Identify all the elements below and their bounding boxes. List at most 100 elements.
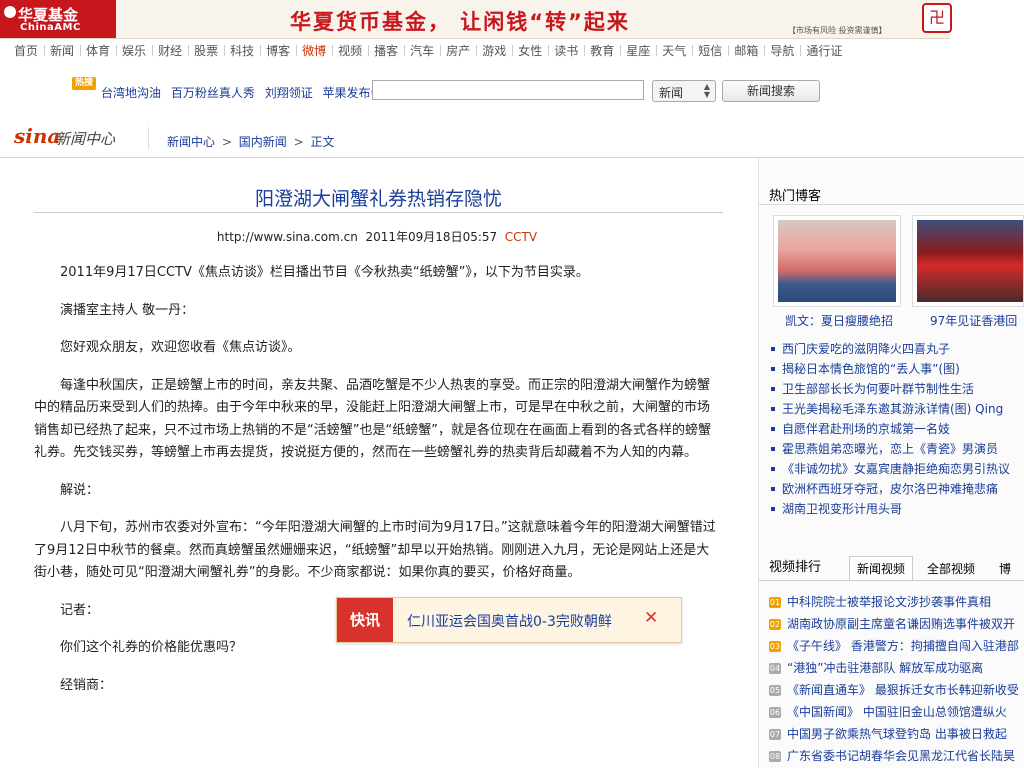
nav-separator — [260, 45, 262, 56]
nav-item[interactable]: 天气 — [662, 42, 686, 59]
breadcrumb-separator: > — [293, 135, 304, 149]
article-paragraph: 您好观众朋友，欢迎您收看《焦点访谈》。 — [60, 340, 301, 355]
nav-item[interactable]: 首页 — [14, 42, 38, 59]
bullet-icon — [771, 467, 775, 471]
nav-item[interactable]: 股票 — [194, 42, 218, 59]
blog-thumbnail[interactable] — [917, 220, 1023, 302]
blog-link[interactable]: 自愿伴君赴刑场的京城第一名妓 — [771, 420, 950, 437]
sina-logo[interactable]: sina — [14, 124, 60, 148]
video-rank-item[interactable]: 04 “港独”冲击驻港部队 解放军成功驱离 — [769, 659, 983, 676]
video-ranking-label: 视频排行 — [769, 560, 822, 575]
nav-separator — [584, 45, 586, 56]
video-rank-item[interactable]: 05 《新闻直通车》 最狠拆迁女市长韩迎新收受 — [769, 681, 1019, 698]
search-category-select[interactable]: 新闻 ▲ ▼ — [652, 80, 716, 102]
video-ranking-tabs: 视频排行 新闻视频 全部视频 博 — [759, 556, 1024, 581]
rank-number: 04 — [769, 663, 781, 674]
news-flash-link[interactable]: 仁川亚运会国奥首战0-3完败朝鲜 — [407, 611, 612, 631]
nav-item[interactable]: 播客 — [374, 42, 398, 59]
blog-link[interactable]: 欧洲杯西班牙夺冠，皮尔洛巴神难掩悲痛 — [771, 480, 998, 497]
nav-item[interactable]: 星座 — [626, 42, 650, 59]
nav-item[interactable]: 女性 — [518, 42, 542, 59]
hot-search-badge: 热搜 — [72, 77, 96, 90]
blog-link[interactable]: 霍思燕姐弟恋曝光，恋上《青瓷》男演员 — [771, 440, 998, 457]
search-input[interactable] — [372, 80, 644, 100]
video-rank-item[interactable]: 03 《子午线》 香港警方：拘捕擅自闯入驻港部 — [769, 637, 1019, 654]
breadcrumb-domestic-news[interactable]: 国内新闻 — [239, 135, 287, 149]
article-paragraph: 演播室主持人 敬一丹： — [60, 302, 195, 318]
nav-item[interactable]: 财经 — [158, 42, 182, 59]
nav-separator — [80, 45, 82, 56]
video-rank-item[interactable]: 06 《中国新闻》 中国驻旧金山总领馆遭纵火 — [769, 703, 1007, 720]
article-source[interactable]: CCTV — [505, 230, 537, 244]
close-icon[interactable]: ✕ — [644, 608, 658, 628]
blog-card[interactable] — [912, 215, 1024, 307]
nav-item[interactable]: 邮箱 — [734, 42, 758, 59]
news-search-button[interactable]: 新闻搜索 — [722, 80, 820, 102]
tab-news-video[interactable]: 新闻视频 — [849, 556, 914, 580]
nav-item[interactable]: 体育 — [86, 42, 110, 59]
nav-item[interactable]: 教育 — [590, 42, 614, 59]
rank-number: 03 — [769, 641, 781, 652]
news-flash-label: 快讯 — [337, 598, 393, 642]
video-rank-item[interactable]: 02 湖南政协原副主席童名谦因贿选事件被双开 — [769, 615, 1015, 632]
tab-blog-video[interactable]: 博 — [991, 556, 1019, 580]
blog-card[interactable] — [773, 215, 901, 307]
nav-item[interactable]: 通行证 — [806, 42, 842, 59]
nav-item[interactable]: 汽车 — [410, 42, 434, 59]
nav-item[interactable]: 读书 — [554, 42, 578, 59]
blog-caption[interactable]: 97年见证香港回 — [930, 312, 1017, 329]
tab-all-video[interactable]: 全部视频 — [919, 556, 983, 580]
blog-link[interactable]: 王光美揭秘毛泽东邀其游泳详情(图) Qing — [771, 400, 1003, 417]
video-rank-item[interactable]: 01 中科院院士被举报论文涉抄袭事件真相 — [769, 593, 991, 610]
blog-caption[interactable]: 凯文：夏日瘦腰绝招 — [785, 312, 893, 329]
nav-separator — [224, 45, 226, 56]
nav-separator — [152, 45, 154, 56]
article-meta: http://www.sina.com.cn 2011年09月18日05:57 … — [0, 228, 754, 245]
banner-emblem-icon: 卍 — [922, 3, 952, 33]
bullet-icon — [771, 427, 775, 431]
nav-item[interactable]: 导航 — [770, 42, 794, 59]
hot-link[interactable]: 台湾地沟油 — [101, 86, 161, 100]
breadcrumb-news-center[interactable]: 新闻中心 — [167, 135, 215, 149]
nav-separator — [332, 45, 334, 56]
bullet-icon — [771, 487, 775, 491]
nav-separator — [440, 45, 442, 56]
bullet-icon — [771, 347, 775, 351]
top-ad-banner[interactable]: 华夏基金 ChinaAMC 华夏货币基金， 让闲钱“转”起来 【市场有风险 投资… — [0, 0, 952, 39]
nav-item[interactable]: 短信 — [698, 42, 722, 59]
nav-item[interactable]: 视频 — [338, 42, 362, 59]
news-flash-popup[interactable]: 快讯 仁川亚运会国奥首战0-3完败朝鲜 ✕ — [336, 597, 682, 643]
search-category-value: 新闻 — [659, 86, 684, 100]
chinaamc-logo[interactable]: 华夏基金 ChinaAMC — [0, 0, 116, 38]
hot-search-links: 台湾地沟油 百万粉丝真人秀 刘翔领证 苹果发布会 — [101, 84, 389, 101]
news-center-logo-text[interactable]: 新闻中心 — [55, 128, 115, 149]
hot-link[interactable]: 刘翔领证 — [265, 86, 313, 100]
nav-item[interactable]: 房产 — [446, 42, 470, 59]
nav-item[interactable]: 博客 — [266, 42, 290, 59]
nav-item[interactable]: 微博 — [302, 42, 326, 59]
video-rank-item[interactable]: 07 中国男子欲乘热气球登钓岛 出事被日救起 — [769, 725, 1007, 742]
blog-link[interactable]: 卫生部部长长为何要叶群节制性生活 — [771, 380, 974, 397]
blog-thumbnail[interactable] — [778, 220, 896, 302]
blog-link[interactable]: 《非诚勿扰》女嘉宾唐静拒绝痴恋男引热议 — [771, 460, 1010, 477]
breadcrumb-current[interactable]: 正文 — [310, 135, 334, 149]
bullet-icon — [771, 507, 775, 511]
hot-link[interactable]: 百万粉丝真人秀 — [171, 86, 255, 100]
article-paragraph: 每逢中秋国庆，正是螃蟹上市的时间，亲友共聚、品酒吃蟹是不少人热衷的享受。而正宗的… — [34, 377, 711, 461]
article-site-url[interactable]: http://www.sina.com.cn — [217, 230, 358, 244]
nav-item[interactable]: 娱乐 — [122, 42, 146, 59]
nav-item[interactable]: 新闻 — [50, 42, 74, 59]
rank-number: 02 — [769, 619, 781, 630]
nav-item[interactable]: 科技 — [230, 42, 254, 59]
breadcrumb-separator: > — [221, 135, 232, 149]
nav-separator — [404, 45, 406, 56]
bullet-icon — [771, 407, 775, 411]
blog-link[interactable]: 湖南卫视变形计甩头哥 — [771, 500, 902, 517]
rank-number: 06 — [769, 707, 781, 718]
channel-nav: 首页 新闻 体育 娱乐 财经 股票 科技 博客 微博 视频 播客 汽车 房产 游戏 女性 读书 教育 星座 天气 短信… — [14, 42, 964, 62]
video-rank-item[interactable]: 08 广东省委书记胡春华会见黑龙江代省长陆昊 — [769, 747, 1015, 764]
article-paragraph: 八月下旬，苏州市农委对外宣布：“今年阳澄湖大闸蟹的上市时间为9月17日。”这就意… — [34, 520, 716, 580]
blog-link[interactable]: 西门庆爱吃的滋阴降火四喜丸子 — [771, 340, 950, 357]
nav-item[interactable]: 游戏 — [482, 42, 506, 59]
blog-link[interactable]: 揭秘日本情色旅馆的“丢人事”(图) — [771, 360, 960, 377]
